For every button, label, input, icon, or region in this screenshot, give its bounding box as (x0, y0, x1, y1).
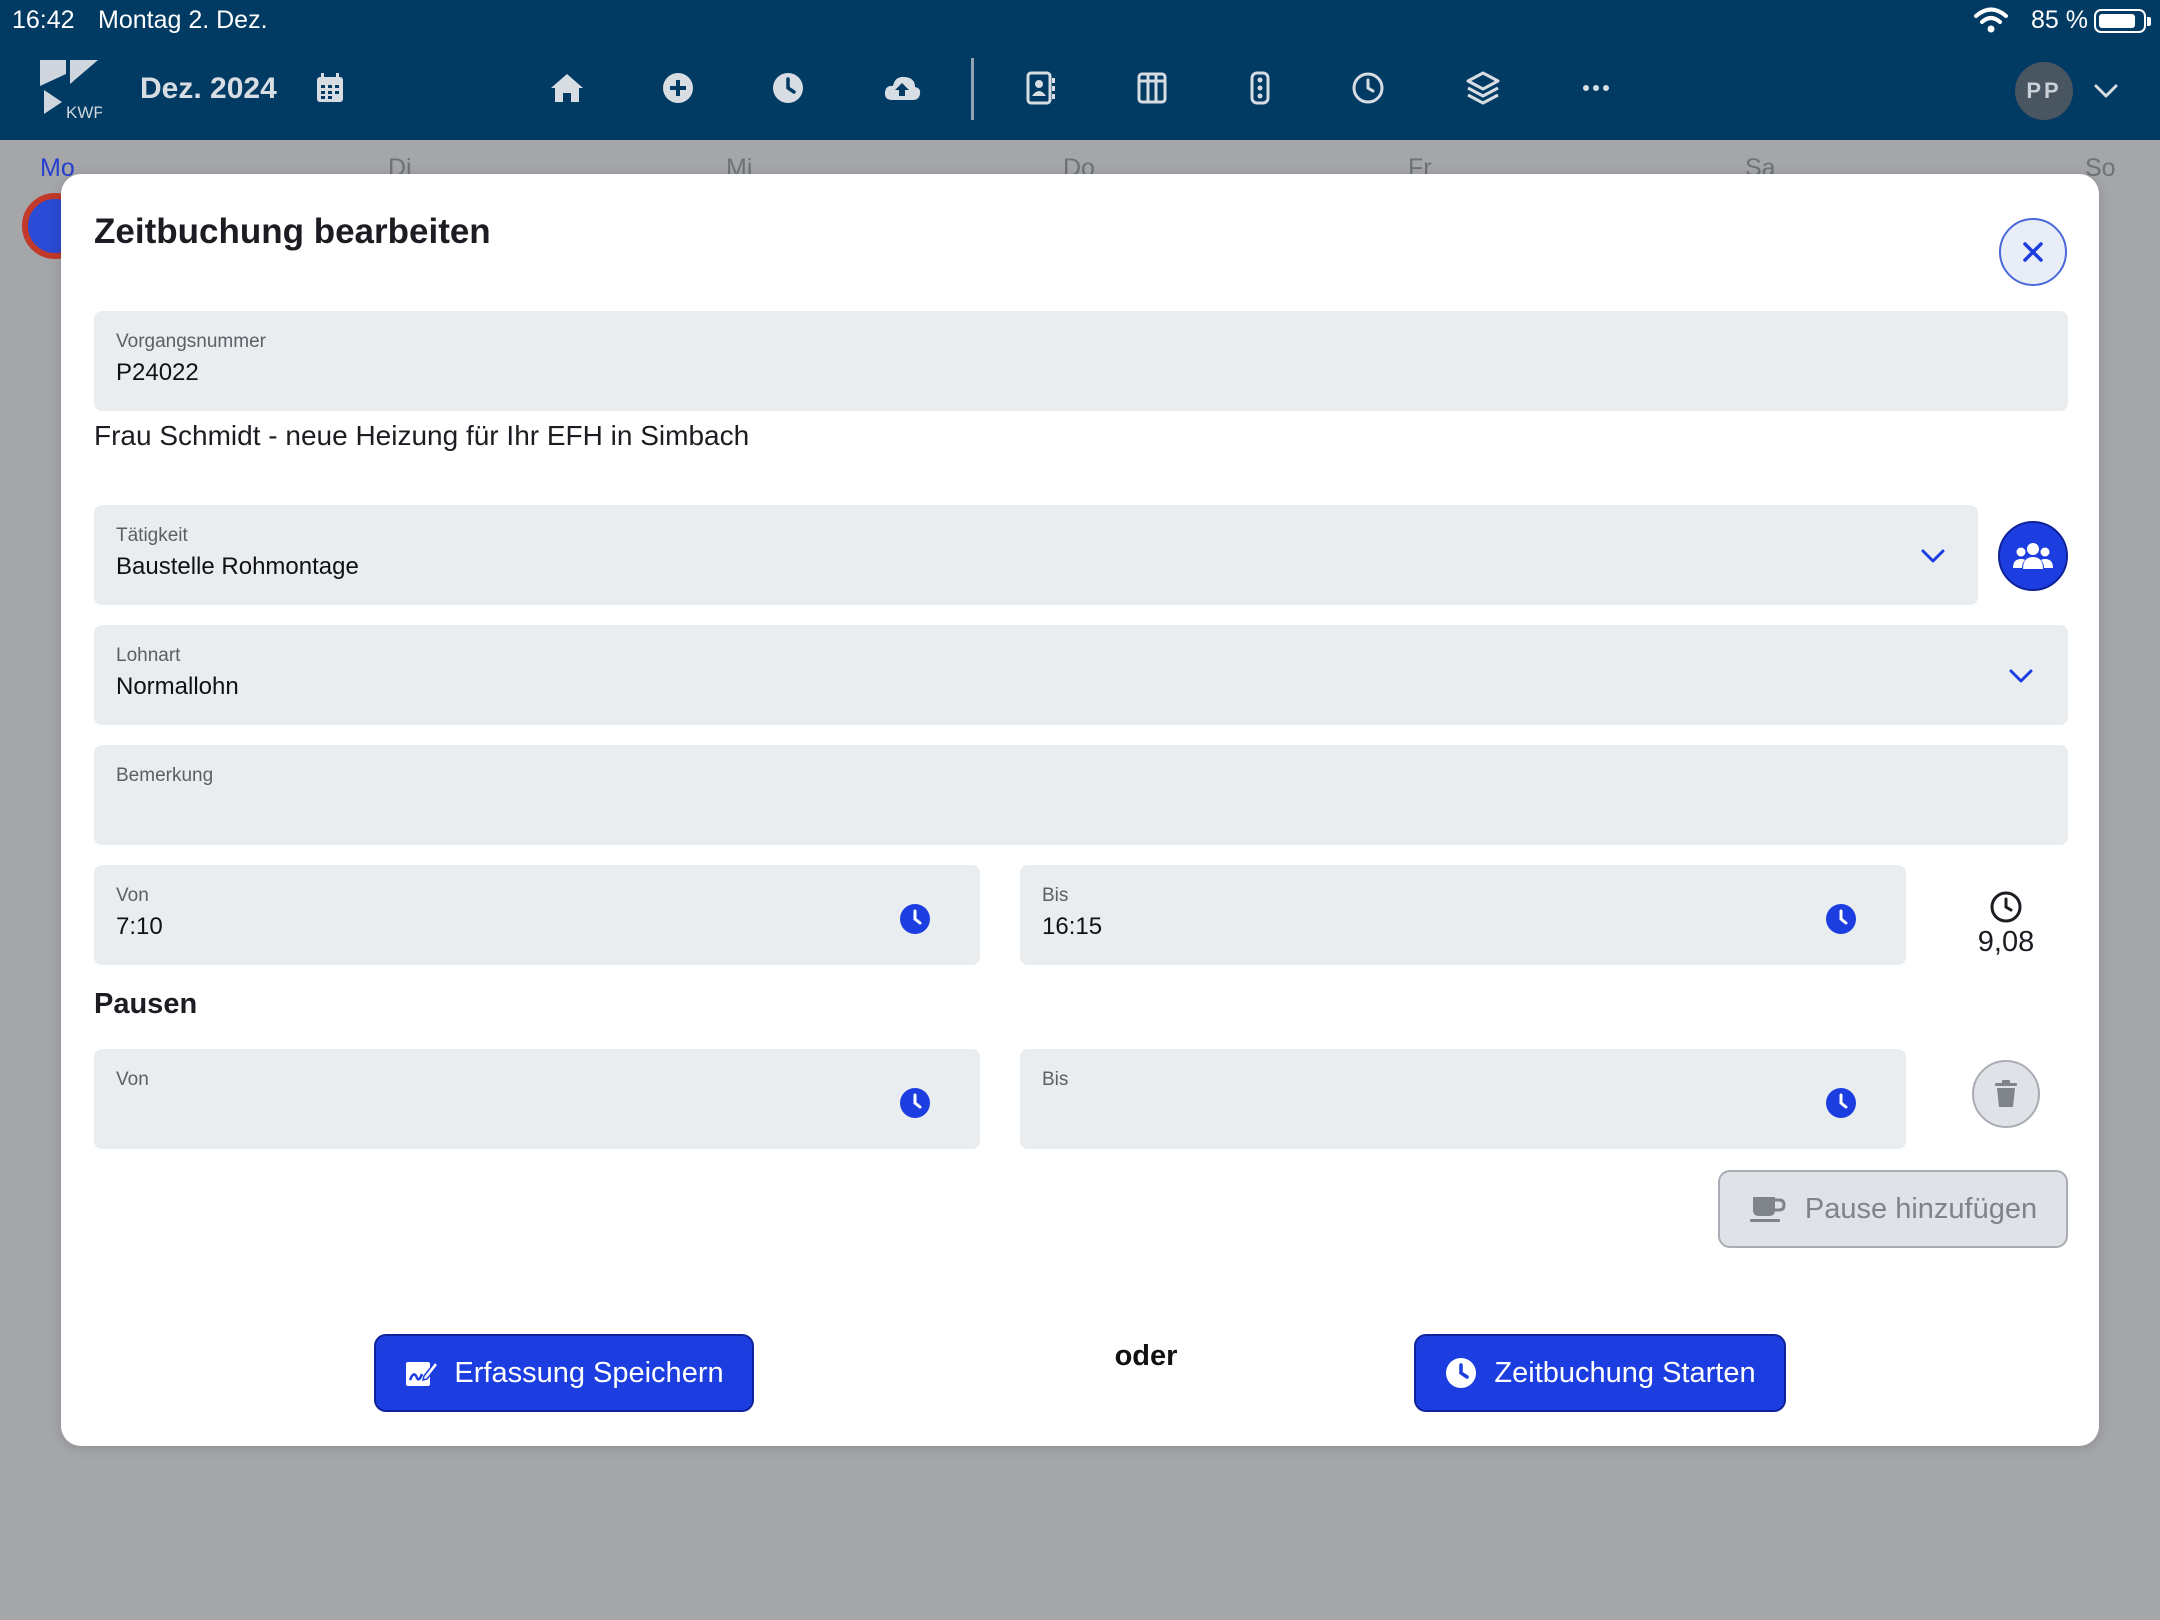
delete-pause-button[interactable] (1972, 1060, 2040, 1128)
taetigkeit-value: Baustelle Rohmontage (116, 553, 359, 580)
layers-icon[interactable] (1463, 68, 1503, 108)
save-entry-button[interactable]: Erfassung Speichern (374, 1334, 754, 1412)
clock-icon (1446, 1358, 1477, 1388)
pause-bis-label: Bis (1042, 1069, 1069, 1090)
clock-icon[interactable] (768, 68, 808, 108)
add-pause-label: Pause hinzufügen (1804, 1192, 2038, 1225)
vorgangsnummer-field[interactable]: Vorgangsnummer P24022 (94, 311, 2068, 411)
users-icon (2013, 543, 2053, 569)
add-pause-button[interactable]: Pause hinzufügen (1718, 1170, 2068, 1248)
history-clock-icon[interactable] (1348, 68, 1388, 108)
traffic-light-icon[interactable] (1240, 68, 1280, 108)
clock-icon[interactable] (899, 1087, 931, 1119)
lohnart-value: Normallohn (116, 673, 239, 700)
status-time: 16:42 (12, 6, 75, 34)
pause-von-field[interactable]: Von (94, 1049, 980, 1149)
pausen-heading: Pausen (94, 988, 198, 1020)
bis-value: 16:15 (1042, 913, 1103, 940)
home-icon[interactable] (547, 68, 587, 108)
coffee-icon (1749, 1197, 1786, 1222)
clock-icon[interactable] (1825, 903, 1857, 935)
signature-edit-icon (406, 1360, 439, 1386)
status-date: Montag 2. Dez. (98, 6, 268, 34)
edit-time-booking-dialog: Zeitbuchung bearbeiten Vorgangsnummer P2… (61, 174, 2099, 1446)
taetigkeit-select[interactable]: Tätigkeit Baustelle Rohmontage (94, 505, 1978, 605)
chevron-down-icon (1921, 549, 1945, 563)
clock-icon[interactable] (899, 903, 931, 935)
save-entry-label: Erfassung Speichern (454, 1356, 724, 1389)
top-bar: 16:42 Montag 2. Dez. 85 % KWP Dez. 2024 (0, 0, 2160, 140)
or-separator: oder (1114, 1340, 1178, 1372)
columns-icon[interactable] (1132, 68, 1172, 108)
header-divider (971, 58, 974, 120)
plus-circle-icon[interactable] (658, 68, 698, 108)
battery-icon (2094, 9, 2151, 33)
battery-percent: 85 % (2031, 6, 2088, 34)
duration-value: 9,08 (1977, 926, 2035, 958)
lohnart-select[interactable]: Lohnart Normallohn (94, 625, 2068, 725)
wifi-icon (1974, 7, 2008, 33)
start-booking-button[interactable]: Zeitbuchung Starten (1414, 1334, 1786, 1412)
calendar-icon[interactable] (310, 68, 350, 108)
taetigkeit-label: Tätigkeit (116, 525, 188, 546)
bis-label: Bis (1042, 885, 1069, 906)
avatar[interactable]: PP (2015, 62, 2073, 120)
von-time-field[interactable]: Von 7:10 (94, 865, 980, 965)
start-booking-label: Zeitbuchung Starten (1494, 1356, 1756, 1389)
more-icon[interactable] (1576, 68, 1616, 108)
vorgangsnummer-label: Vorgangsnummer (116, 331, 266, 352)
pause-bis-field[interactable]: Bis (1020, 1049, 1906, 1149)
kwp-logo: KWP (40, 60, 102, 120)
lohnart-label: Lohnart (116, 645, 181, 666)
team-button[interactable] (1998, 521, 2068, 591)
project-description: Frau Schmidt - neue Heizung für Ihr EFH … (94, 420, 750, 451)
trash-icon (1995, 1080, 2017, 1107)
bemerkung-label: Bemerkung (116, 765, 214, 786)
von-label: Von (116, 885, 149, 906)
logo-text: KWP (66, 103, 102, 120)
pause-von-label: Von (116, 1069, 149, 1090)
bemerkung-field[interactable]: Bemerkung (94, 745, 2068, 845)
duration-clock-icon (1990, 891, 2022, 923)
chevron-down-icon (2009, 669, 2033, 683)
contact-icon[interactable] (1020, 68, 1060, 108)
cloud-upload-icon[interactable] (882, 68, 922, 108)
close-button[interactable] (1999, 218, 2067, 286)
chevron-down-icon[interactable] (2092, 78, 2120, 102)
dialog-title: Zeitbuchung bearbeiten (94, 212, 491, 251)
von-value: 7:10 (116, 913, 163, 940)
clock-icon[interactable] (1825, 1087, 1857, 1119)
close-icon (2023, 242, 2043, 262)
vorgangsnummer-value: P24022 (116, 359, 199, 386)
bis-time-field[interactable]: Bis 16:15 (1020, 865, 1906, 965)
month-label[interactable]: Dez. 2024 (140, 72, 277, 106)
